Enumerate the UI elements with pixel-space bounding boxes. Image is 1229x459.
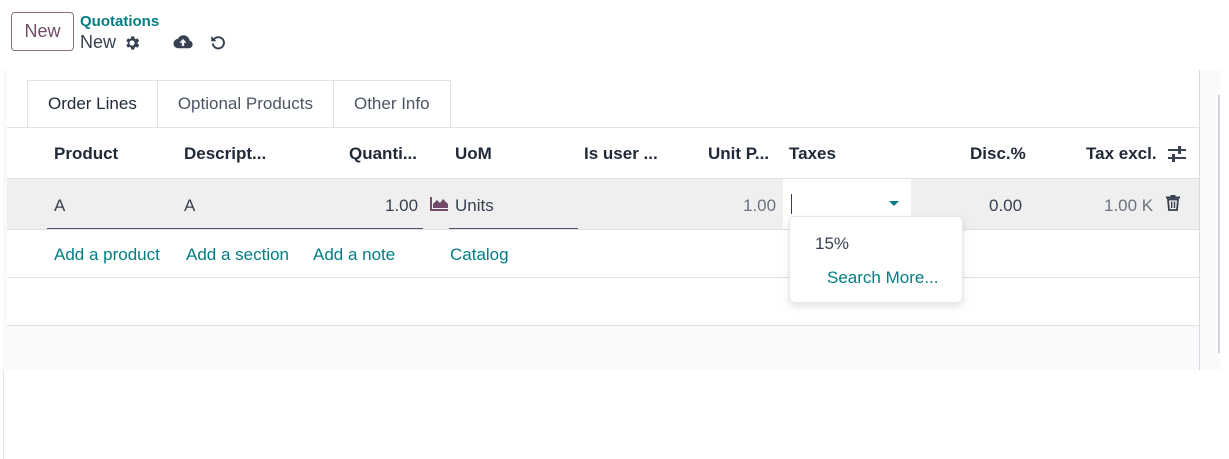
column-header-product[interactable]: Product (54, 144, 118, 164)
catalog-link[interactable]: Catalog (450, 245, 509, 265)
scrollbar[interactable] (1218, 95, 1220, 353)
column-header-unit-price[interactable]: Unit P... (708, 144, 769, 164)
trash-icon[interactable] (1164, 194, 1182, 212)
notebook-tabs: Order Lines Optional Products Other Info (27, 80, 451, 128)
column-header-taxes[interactable]: Taxes (789, 144, 836, 164)
chevron-down-icon[interactable] (889, 201, 899, 206)
optional-columns-icon[interactable] (1167, 144, 1187, 164)
column-header-is-user[interactable]: Is user ... (584, 144, 658, 164)
cell-unit-price[interactable]: 1.00 (743, 196, 776, 216)
tax-option-15[interactable]: 15% (815, 234, 849, 254)
text-caret (791, 194, 792, 214)
column-header-discount[interactable]: Disc.% (970, 144, 1026, 164)
column-header-quantity[interactable]: Quanti... (349, 144, 417, 164)
new-button[interactable]: New (11, 12, 74, 51)
tab-optional-products[interactable]: Optional Products (157, 80, 334, 128)
record-title: New (80, 32, 117, 52)
breadcrumb-quotations[interactable]: Quotations (80, 13, 159, 30)
cell-quantity[interactable]: 1.00 (385, 196, 418, 216)
search-more-link[interactable]: Search More... (827, 268, 939, 288)
add-product-link[interactable]: Add a product (54, 245, 160, 265)
cell-discount[interactable]: 0.00 (989, 196, 1022, 216)
table-row[interactable]: A A 1.00 Units 1.00 0.00 1.00 K (7, 179, 1199, 230)
taxes-autocomplete-dropdown: 15% Search More... (789, 216, 963, 303)
product-field-underline (47, 228, 423, 229)
area-chart-icon[interactable] (428, 195, 450, 213)
cell-product[interactable]: A (54, 196, 65, 216)
column-header-uom[interactable]: UoM (455, 144, 492, 164)
gear-icon[interactable] (122, 33, 142, 53)
control-panel: New Quotations New (0, 0, 1229, 70)
column-header-description[interactable]: Descript... (184, 144, 266, 164)
column-header-tax-excl[interactable]: Tax excl. (1086, 144, 1157, 164)
tab-other-info[interactable]: Other Info (333, 80, 451, 128)
cell-description[interactable]: A (184, 196, 195, 216)
add-section-link[interactable]: Add a section (186, 245, 289, 265)
empty-row (7, 278, 1199, 326)
undo-icon[interactable] (208, 32, 228, 52)
table-footer (7, 326, 1199, 370)
cell-tax-excl: 1.00 K (1104, 196, 1154, 215)
cell-uom[interactable]: Units (455, 196, 494, 216)
order-line-actions: Add a product Add a section Add a note C… (7, 230, 1199, 278)
uom-field-underline (449, 228, 578, 229)
order-lines-header: Product Descript... Quanti... UoM Is use… (7, 128, 1199, 179)
cloud-upload-icon[interactable] (172, 32, 194, 52)
add-note-link[interactable]: Add a note (313, 245, 395, 265)
tab-order-lines[interactable]: Order Lines (27, 80, 158, 128)
